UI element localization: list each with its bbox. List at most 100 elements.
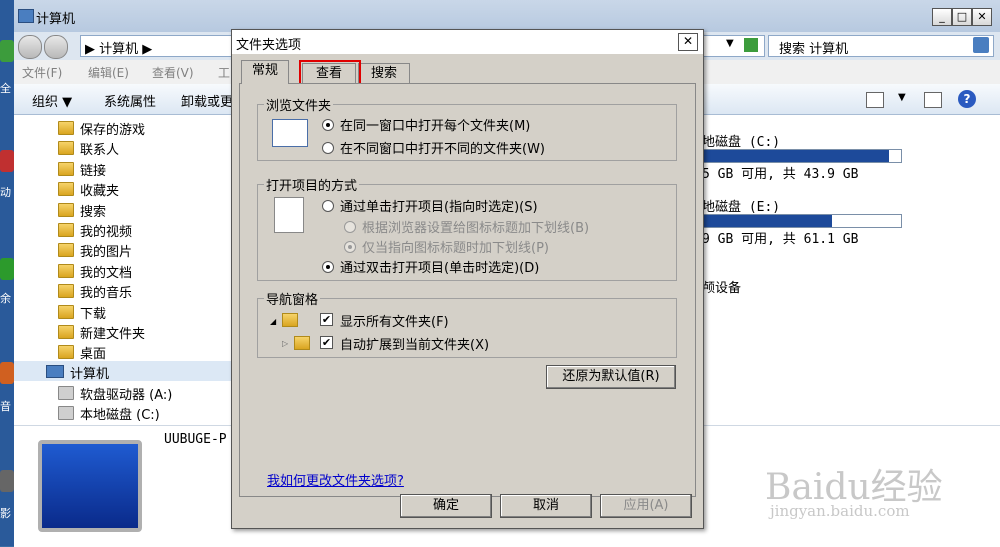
folder-icon bbox=[58, 284, 74, 298]
desktop-label: 全 bbox=[0, 82, 11, 95]
watermark-url: jingyan.baidu.com bbox=[770, 502, 910, 520]
double-click-radio[interactable] bbox=[322, 261, 334, 273]
menu-file[interactable]: 文件(F) bbox=[22, 64, 62, 81]
system-properties-button[interactable]: 系统属性 bbox=[104, 91, 156, 110]
folder-icon bbox=[58, 264, 74, 278]
drive-e-usage-bar bbox=[702, 214, 902, 228]
menu-view[interactable]: 查看(V) bbox=[152, 64, 194, 81]
chevron-down-icon[interactable]: ▼ bbox=[726, 38, 734, 49]
nav-item[interactable]: 桌面 bbox=[58, 343, 106, 363]
nav-item[interactable]: 我的图片 bbox=[58, 241, 132, 261]
forward-button[interactable] bbox=[44, 35, 68, 59]
click-pointer-icon bbox=[274, 197, 304, 233]
nav-item[interactable]: 搜索 bbox=[58, 201, 106, 221]
underline-point-label: 仅当指向图标标题时加下划线(P) bbox=[362, 241, 549, 256]
nav-item-label: 我的音乐 bbox=[80, 286, 133, 301]
underline-point-radio bbox=[344, 241, 356, 253]
folder-icon bbox=[58, 223, 74, 237]
tab-general[interactable]: 常规 bbox=[241, 60, 289, 84]
desktop-app-icon[interactable] bbox=[0, 470, 14, 492]
auto-expand-label[interactable]: 自动扩展到当前文件夹(X) bbox=[340, 334, 489, 353]
computer-icon bbox=[46, 365, 64, 378]
dialog-close-button[interactable]: ✕ bbox=[678, 33, 698, 51]
cancel-button[interactable]: 取消 bbox=[500, 494, 592, 518]
new-window-radio[interactable] bbox=[322, 142, 334, 154]
drive-c-name: 地磁盘 (C:) bbox=[702, 135, 781, 150]
nav-item[interactable]: 联系人 bbox=[58, 139, 119, 159]
preview-pane-icon[interactable] bbox=[924, 92, 942, 108]
nav-item[interactable]: 我的文档 bbox=[58, 262, 132, 282]
nav-item-label: 下载 bbox=[80, 307, 107, 322]
nav-item[interactable]: 下载 bbox=[58, 303, 106, 323]
chevron-down-icon[interactable]: ▼ bbox=[898, 92, 906, 103]
maximize-button[interactable]: □ bbox=[952, 8, 972, 26]
nav-item[interactable]: 我的视频 bbox=[58, 221, 132, 241]
folder-icon bbox=[58, 141, 74, 155]
nav-item[interactable]: 我的音乐 bbox=[58, 282, 132, 302]
new-window-label[interactable]: 在不同窗口中打开不同的文件夹(W) bbox=[340, 138, 545, 157]
folder-icon bbox=[58, 121, 74, 135]
single-click-radio[interactable] bbox=[322, 200, 334, 212]
nav-item[interactable]: 软盘驱动器 (A:) bbox=[58, 384, 172, 404]
computer-large-icon bbox=[38, 440, 142, 532]
uninstall-button[interactable]: 卸载或更 bbox=[181, 91, 233, 110]
desktop-label: 影 bbox=[0, 507, 11, 520]
collapsed-triangle-icon: ▷ bbox=[282, 339, 289, 348]
nav-item-label: 桌面 bbox=[80, 347, 107, 362]
navigation-pane: 保存的游戏 联系人 链接 收藏夹 搜索 我的视频 我的图片 我的文档 我的音乐 … bbox=[14, 115, 244, 425]
navigation-pane-group: 导航窗格 ◢ ▷ ✔ 显示所有文件夹(F) ✔ 自动扩展到当前文件夹(X) bbox=[257, 289, 677, 358]
show-all-folders-checkbox[interactable]: ✔ bbox=[320, 313, 333, 326]
menu-tools[interactable]: 工 bbox=[218, 64, 230, 81]
nav-item[interactable]: 新建文件夹 bbox=[58, 323, 145, 343]
ok-button[interactable]: 确定 bbox=[400, 494, 492, 518]
drive-usage-fill bbox=[703, 215, 832, 227]
nav-item-computer[interactable]: 计算机 bbox=[14, 361, 244, 382]
address-text: ▶ 计算机 ▶ bbox=[85, 42, 153, 57]
view-options-icon[interactable] bbox=[866, 92, 884, 108]
refresh-icon[interactable] bbox=[744, 38, 758, 52]
nav-item-label: 联系人 bbox=[80, 143, 120, 158]
tab-search[interactable]: 搜索 bbox=[358, 63, 410, 84]
nav-item[interactable]: 收藏夹 bbox=[58, 180, 119, 200]
same-window-radio[interactable] bbox=[322, 119, 334, 131]
single-click-label[interactable]: 通过单击打开项目(指向时选定)(S) bbox=[340, 196, 538, 215]
group-label: 浏览文件夹 bbox=[264, 95, 334, 114]
nav-item[interactable]: 链接 bbox=[58, 160, 106, 180]
minimize-button[interactable]: _ bbox=[932, 8, 952, 26]
address-bar[interactable]: ▶ 计算机 ▶ bbox=[80, 35, 232, 57]
show-all-folders-label[interactable]: 显示所有文件夹(F) bbox=[340, 311, 449, 330]
same-window-label[interactable]: 在同一窗口中打开每个文件夹(M) bbox=[340, 115, 530, 134]
browse-folders-icon bbox=[272, 119, 308, 147]
nav-item-label: 搜索 bbox=[80, 205, 107, 220]
underline-browser-radio bbox=[344, 221, 356, 233]
address-bar-end[interactable]: ▼ bbox=[704, 35, 765, 57]
desktop-app-icon[interactable] bbox=[0, 150, 14, 172]
close-button[interactable]: ✕ bbox=[972, 8, 992, 26]
folder-icon bbox=[58, 162, 74, 176]
nav-item-label: 新建文件夹 bbox=[80, 327, 146, 342]
help-link[interactable]: 我如何更改文件夹选项? bbox=[267, 470, 404, 489]
folder-icon bbox=[58, 305, 74, 319]
nav-item-label: 收藏夹 bbox=[80, 184, 120, 199]
organize-button[interactable]: 组织 ▼ bbox=[32, 91, 72, 110]
restore-defaults-button[interactable]: 还原为默认值(R) bbox=[546, 365, 676, 389]
folder-options-dialog: 文件夹选项 ✕ 常规 查看 搜索 浏览文件夹 在同一窗口中打开每个文件夹(M) … bbox=[231, 29, 704, 529]
auto-expand-checkbox[interactable]: ✔ bbox=[320, 336, 333, 349]
desktop-app-icon[interactable] bbox=[0, 258, 14, 280]
window-title: 计算机 bbox=[36, 12, 76, 27]
desktop-app-icon[interactable] bbox=[0, 362, 14, 384]
double-click-label[interactable]: 通过双击打开项目(单击时选定)(D) bbox=[340, 257, 539, 276]
drive-c-usage-bar bbox=[702, 149, 902, 163]
menu-edit[interactable]: 编辑(E) bbox=[88, 64, 129, 81]
nav-item[interactable]: 保存的游戏 bbox=[58, 119, 145, 139]
search-icon[interactable] bbox=[973, 37, 989, 53]
search-input[interactable]: 搜索 计算机 bbox=[768, 35, 994, 57]
desktop-app-icon[interactable] bbox=[0, 40, 14, 62]
help-icon[interactable]: ? bbox=[958, 90, 976, 108]
apply-button[interactable]: 应用(A) bbox=[600, 494, 692, 518]
back-button[interactable] bbox=[18, 35, 42, 59]
desktop-strip: 全 动 余 音 影 bbox=[0, 0, 14, 546]
folder-icon bbox=[294, 336, 310, 350]
nav-item[interactable]: 本地磁盘 (C:) bbox=[58, 404, 160, 424]
search-placeholder: 搜索 计算机 bbox=[779, 42, 849, 57]
